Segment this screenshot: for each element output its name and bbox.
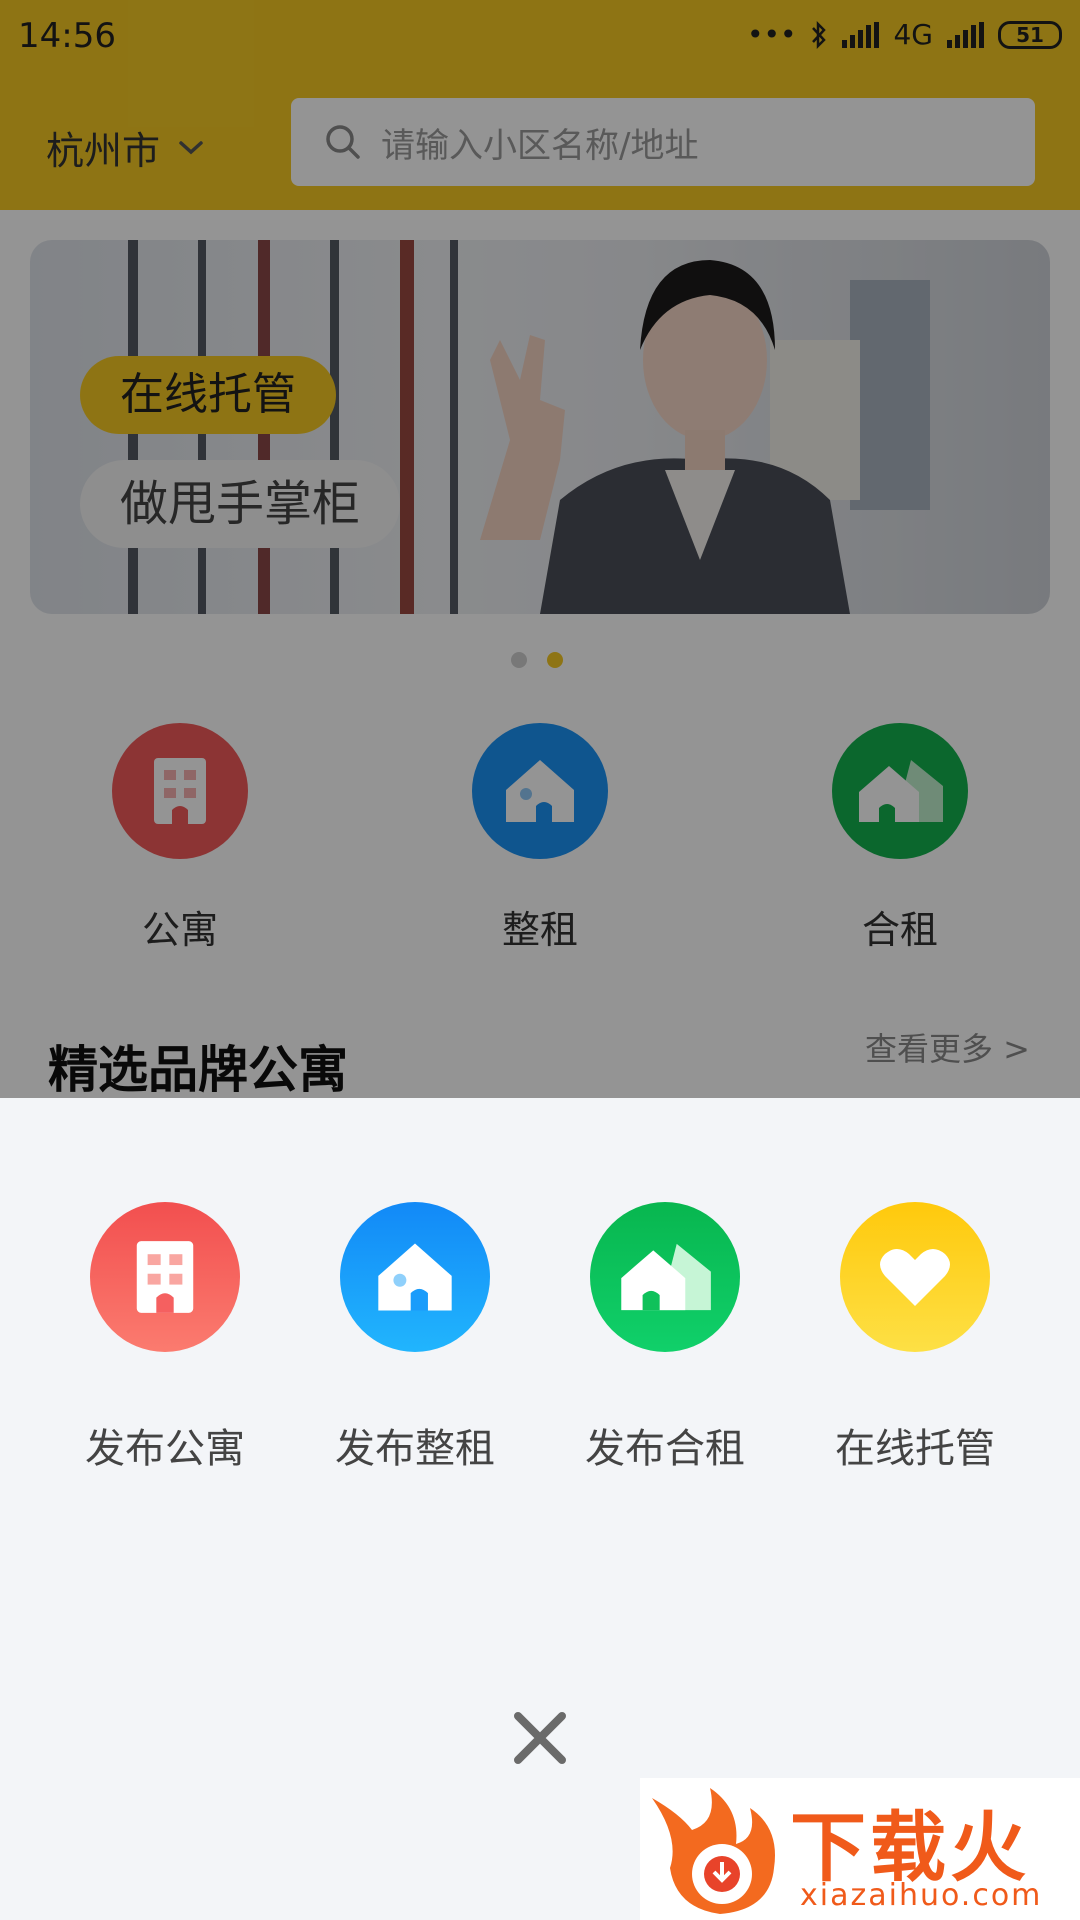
overlay-scrim[interactable] [0,0,1080,1098]
watermark: 下载火 xiazaihuo.com [640,1778,1080,1920]
heart-icon [840,1202,990,1352]
publish-action-sheet: 发布公寓 发布整租 发布合租 在线托管 下载火 xiazaihuo.com [0,1098,1080,1920]
apartment-icon [90,1202,240,1352]
sheet-item-label: 在线托管 [835,1426,995,1472]
home-screen: 14:56 ••• 4G 51 杭州市 请输入小区名称/地址 在线托管 做甩手掌… [0,0,1080,1098]
house-icon [340,1202,490,1352]
close-icon [514,1712,566,1764]
publish-shared-rent-button[interactable]: 发布合租 [540,1202,790,1474]
close-button[interactable] [500,1698,580,1778]
sheet-item-label: 发布整租 [335,1426,495,1472]
sheet-item-label: 发布合租 [585,1426,745,1472]
publish-whole-rent-button[interactable]: 发布整租 [290,1202,540,1474]
shared-house-icon [590,1202,740,1352]
watermark-url: xiazaihuo.com [800,1878,1043,1913]
online-custody-button[interactable]: 在线托管 [790,1202,1040,1474]
watermark-logo-icon [652,1788,775,1914]
sheet-item-label: 发布公寓 [85,1426,245,1472]
publish-apartment-button[interactable]: 发布公寓 [40,1202,290,1474]
